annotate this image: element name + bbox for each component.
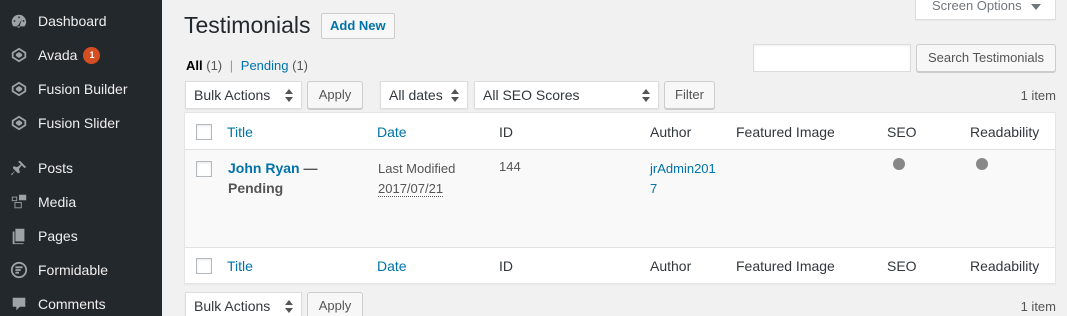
media-icon (9, 192, 29, 212)
row-title: John Ryan — Pending (228, 158, 338, 198)
sidebar-item-pages[interactable]: Pages (0, 219, 162, 253)
column-featured-image: Featured Image (736, 124, 835, 140)
table-header: Title Date ID Author Featured Image SEO … (185, 113, 1055, 150)
sidebar-item-fusion-builder[interactable]: Fusion Builder (0, 72, 162, 106)
footer-column-seo: SEO (887, 258, 917, 274)
bulk-actions-select[interactable]: Bulk Actions (185, 81, 302, 109)
sidebar-item-label: Pages (38, 228, 78, 244)
items-count-top: 1 item (1020, 88, 1056, 103)
items-count-bottom: 1 item (1020, 299, 1056, 314)
apply-button-bottom[interactable]: Apply (307, 292, 363, 316)
table-footer: Title Date ID Author Featured Image SEO … (185, 247, 1055, 284)
sidebar-item-avada[interactable]: Avada 1 (0, 38, 162, 72)
seo-scores-value: All SEO Scores (483, 87, 580, 103)
row-date-label: Last Modified (378, 161, 456, 176)
row-title-link[interactable]: John Ryan (228, 160, 300, 176)
select-all-checkbox[interactable] (196, 124, 212, 140)
apply-button[interactable]: Apply (307, 81, 363, 109)
column-seo: SEO (887, 124, 917, 140)
footer-column-title[interactable]: Title (227, 258, 253, 274)
admin-sidebar: Dashboard Avada 1 Fusion Builder Fusion … (0, 0, 162, 316)
pages-icon (9, 226, 29, 246)
sidebar-item-fusion-slider[interactable]: Fusion Slider (0, 106, 162, 140)
sidebar-item-media[interactable]: Media (0, 185, 162, 219)
select-arrows-icon (642, 89, 650, 103)
page-title: Testimonials (184, 12, 311, 38)
sidebar-item-dashboard[interactable]: Dashboard (0, 4, 162, 38)
footer-column-id: ID (499, 258, 513, 274)
row-author-link[interactable]: jrAdmin2017 (650, 159, 720, 199)
filter-separator: | (229, 58, 234, 73)
sidebar-item-label: Formidable (38, 262, 109, 278)
seo-score-dot (893, 158, 905, 170)
bulk-actions-select-bottom[interactable]: Bulk Actions (185, 292, 302, 316)
testimonials-table: Title Date ID Author Featured Image SEO … (184, 112, 1056, 284)
filter-pending[interactable]: Pending (241, 58, 289, 73)
readability-score-dot (976, 158, 988, 170)
sidebar-item-comments[interactable]: Comments (0, 287, 162, 316)
comments-icon (9, 294, 29, 314)
table-row: John Ryan — Pending Last Modified 2017/0… (185, 150, 1055, 247)
dates-value: All dates (389, 87, 443, 103)
row-id: 144 (499, 159, 521, 174)
footer-column-featured-image: Featured Image (736, 258, 835, 274)
seo-scores-select[interactable]: All SEO Scores (474, 81, 659, 109)
search-testimonials-button[interactable]: Search Testimonials (916, 44, 1056, 72)
update-count-badge: 1 (83, 46, 101, 64)
avada-icon (9, 45, 29, 65)
column-author: Author (650, 124, 692, 140)
column-title[interactable]: Title (227, 124, 253, 140)
sidebar-item-label: Fusion Slider (38, 115, 120, 131)
filter-pending-count: (1) (292, 58, 309, 73)
footer-column-author: Author (650, 258, 692, 274)
column-readability: Readability (970, 124, 1040, 140)
caret-down-icon (1031, 4, 1041, 10)
dashboard-icon (9, 11, 29, 31)
sidebar-item-formidable[interactable]: Formidable (0, 253, 162, 287)
formidable-icon (9, 260, 29, 280)
dates-select[interactable]: All dates (380, 81, 468, 109)
filter-all[interactable]: All (186, 58, 203, 73)
screen-options-toggle[interactable]: Screen Options (915, 0, 1056, 20)
row-date: Last Modified 2017/07/21 (378, 159, 455, 199)
filter-all-count: (1) (206, 58, 223, 73)
bulk-actions-value: Bulk Actions (194, 87, 271, 103)
select-arrows-icon (285, 89, 293, 103)
footer-column-readability: Readability (970, 258, 1040, 274)
row-date-value: 2017/07/21 (378, 181, 444, 197)
fusion-builder-icon (9, 79, 29, 99)
row-checkbox[interactable] (196, 161, 212, 177)
search-input[interactable] (753, 44, 911, 72)
sidebar-item-label: Media (38, 194, 77, 210)
sidebar-item-posts[interactable]: Posts (0, 151, 162, 185)
status-filters: All (1) | Pending (1) (186, 58, 308, 73)
column-date[interactable]: Date (377, 124, 407, 140)
select-arrows-icon (451, 89, 459, 103)
fusion-slider-icon (9, 113, 29, 133)
footer-column-date[interactable]: Date (377, 258, 407, 274)
select-all-checkbox-footer[interactable] (196, 258, 212, 274)
select-arrows-icon (285, 300, 293, 314)
sidebar-item-label: Comments (38, 296, 106, 312)
pin-icon (9, 158, 29, 178)
bulk-actions-value: Bulk Actions (194, 298, 271, 314)
sidebar-item-label: Dashboard (38, 13, 107, 29)
screen-options-label: Screen Options (932, 0, 1022, 13)
filter-button[interactable]: Filter (664, 81, 715, 109)
add-new-button[interactable]: Add New (321, 13, 395, 39)
sidebar-item-label: Avada (38, 47, 78, 63)
column-id: ID (499, 124, 513, 140)
sidebar-item-label: Posts (38, 160, 74, 176)
sidebar-item-label: Fusion Builder (38, 81, 128, 97)
